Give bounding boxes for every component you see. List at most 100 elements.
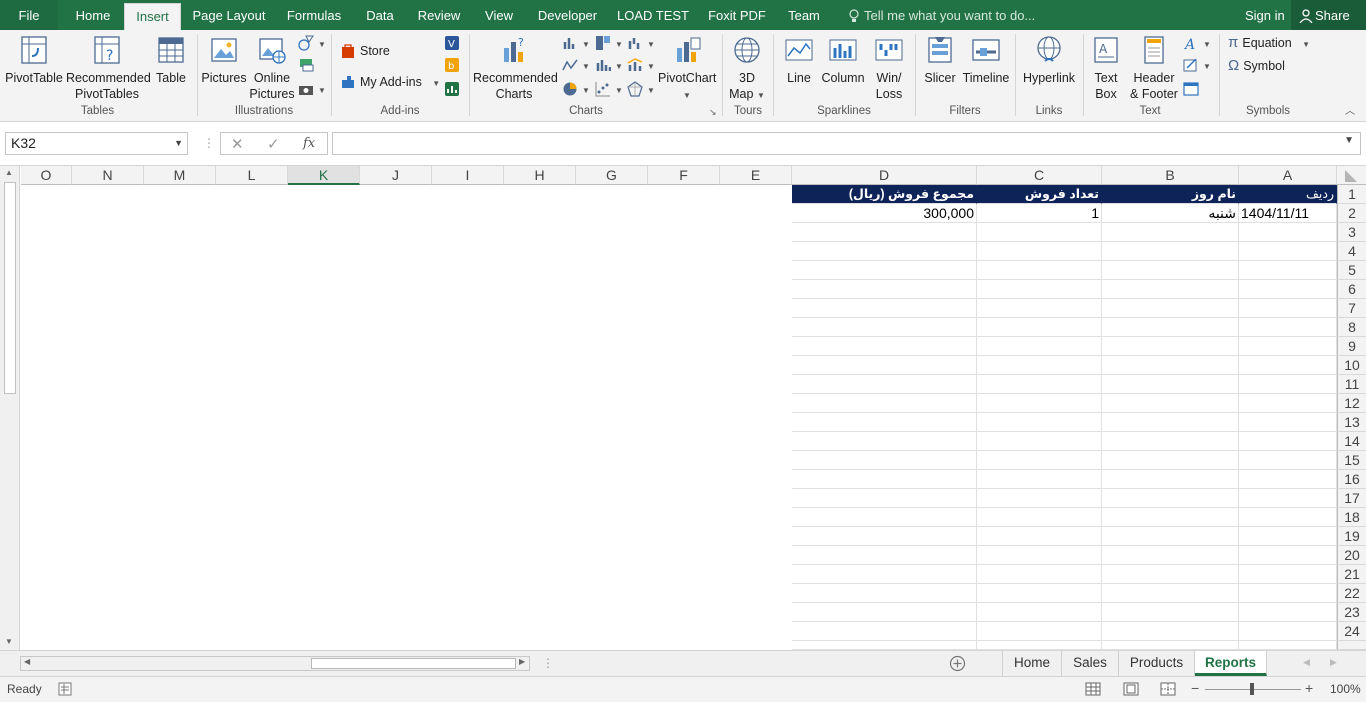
empty-cell[interactable] bbox=[1239, 584, 1337, 603]
table-cell-sales-count[interactable]: 1 bbox=[977, 204, 1102, 223]
row-header[interactable]: 4 bbox=[1337, 242, 1366, 261]
tab-load-test[interactable]: LOAD TEST bbox=[616, 0, 690, 30]
empty-cell[interactable] bbox=[1239, 527, 1337, 546]
empty-cell[interactable] bbox=[1102, 242, 1239, 261]
column-header-d[interactable]: D bbox=[792, 166, 977, 185]
row-header[interactable]: 24 bbox=[1337, 622, 1366, 641]
empty-cell[interactable] bbox=[792, 299, 977, 318]
scroll-down-icon[interactable]: ▼ bbox=[5, 637, 13, 646]
empty-cell[interactable] bbox=[1102, 318, 1239, 337]
empty-cell[interactable] bbox=[1239, 356, 1337, 375]
row-header[interactable]: 11 bbox=[1337, 375, 1366, 394]
collapse-ribbon-icon[interactable]: ︿ bbox=[1345, 103, 1355, 121]
empty-cell[interactable] bbox=[1239, 280, 1337, 299]
empty-cell[interactable] bbox=[792, 394, 977, 413]
empty-cell[interactable] bbox=[1102, 584, 1239, 603]
signature-line-button[interactable]: ▼ bbox=[1183, 56, 1211, 76]
sheet-tab-home[interactable]: Home bbox=[1002, 651, 1062, 676]
empty-cell[interactable] bbox=[1239, 413, 1337, 432]
empty-cell[interactable] bbox=[1102, 546, 1239, 565]
empty-cell[interactable] bbox=[977, 565, 1102, 584]
vertical-scrollbar[interactable]: ▲ ▼ bbox=[0, 166, 20, 650]
empty-cell[interactable] bbox=[1102, 622, 1239, 641]
row-header[interactable]: 21 bbox=[1337, 565, 1366, 584]
empty-cell[interactable] bbox=[977, 375, 1102, 394]
empty-cell[interactable] bbox=[1239, 223, 1337, 242]
empty-cell[interactable] bbox=[792, 584, 977, 603]
empty-cell[interactable] bbox=[1102, 489, 1239, 508]
row-header[interactable]: 1 bbox=[1337, 185, 1366, 204]
online-pictures-button[interactable]: Online Pictures bbox=[249, 34, 295, 102]
symbol-button[interactable]: Ω Symbol bbox=[1228, 57, 1285, 75]
empty-cell[interactable] bbox=[1102, 299, 1239, 318]
row-header[interactable]: 23 bbox=[1337, 603, 1366, 622]
column-header-a[interactable]: A bbox=[1239, 166, 1337, 185]
table-cell-date[interactable]: 1404/11/11 bbox=[1239, 204, 1337, 223]
equation-button[interactable]: π Equation ▼ bbox=[1228, 34, 1310, 54]
page-layout-view-icon[interactable] bbox=[1123, 681, 1139, 697]
empty-cell[interactable] bbox=[1239, 318, 1337, 337]
table-header-row-number[interactable]: ردیف bbox=[1239, 185, 1337, 204]
empty-cell[interactable] bbox=[977, 413, 1102, 432]
empty-cell[interactable] bbox=[977, 337, 1102, 356]
column-header-k[interactable]: K bbox=[288, 166, 360, 185]
row-header[interactable]: 14 bbox=[1337, 432, 1366, 451]
empty-cell[interactable] bbox=[1239, 375, 1337, 394]
empty-cell[interactable] bbox=[792, 470, 977, 489]
tell-me-search[interactable]: Tell me what you want to do... bbox=[848, 0, 1035, 30]
empty-cell[interactable] bbox=[977, 318, 1102, 337]
empty-cell[interactable] bbox=[977, 451, 1102, 470]
row-header[interactable]: 20 bbox=[1337, 546, 1366, 565]
empty-cell[interactable] bbox=[792, 508, 977, 527]
horizontal-scroll-thumb[interactable] bbox=[311, 658, 516, 669]
column-header-g[interactable]: G bbox=[576, 166, 648, 185]
table-cell-total-sales[interactable]: 300,000 bbox=[792, 204, 977, 223]
pie-chart-button[interactable]: ▼ bbox=[562, 80, 590, 100]
empty-cell[interactable] bbox=[977, 603, 1102, 622]
empty-cell[interactable] bbox=[1239, 394, 1337, 413]
row-header[interactable]: 18 bbox=[1337, 508, 1366, 527]
row-header[interactable]: 17 bbox=[1337, 489, 1366, 508]
empty-cell[interactable] bbox=[1102, 527, 1239, 546]
tab-team[interactable]: Team bbox=[784, 0, 824, 30]
empty-cell[interactable] bbox=[977, 641, 1102, 650]
tab-page-layout[interactable]: Page Layout bbox=[190, 0, 268, 30]
column-header-f[interactable]: F bbox=[648, 166, 720, 185]
empty-cell[interactable] bbox=[1102, 432, 1239, 451]
page-break-view-icon[interactable] bbox=[1160, 681, 1176, 697]
empty-cell[interactable] bbox=[792, 242, 977, 261]
row-header[interactable]: 16 bbox=[1337, 470, 1366, 489]
row-header[interactable]: 9 bbox=[1337, 337, 1366, 356]
radar-chart-button[interactable]: ▼ bbox=[627, 80, 655, 100]
row-header[interactable]: 15 bbox=[1337, 451, 1366, 470]
sign-in-link[interactable]: Sign in bbox=[1245, 0, 1285, 30]
column-header-l[interactable]: L bbox=[216, 166, 288, 185]
empty-cell[interactable] bbox=[792, 527, 977, 546]
empty-cell[interactable] bbox=[792, 565, 977, 584]
3d-map-button[interactable]: 3D Map ▼ bbox=[727, 34, 767, 104]
row-header[interactable]: 2 bbox=[1337, 204, 1366, 223]
scroll-left-icon[interactable]: ◀ bbox=[24, 657, 30, 666]
empty-cell[interactable] bbox=[977, 527, 1102, 546]
column-header-b[interactable]: B bbox=[1102, 166, 1239, 185]
table-header-sales-count[interactable]: تعداد فروش bbox=[977, 185, 1102, 204]
waterfall-chart-button[interactable]: ▼ bbox=[627, 34, 655, 54]
tab-split-handle[interactable]: ⋮ bbox=[542, 656, 554, 670]
empty-cell[interactable] bbox=[792, 356, 977, 375]
screenshot-button[interactable]: ▼ bbox=[298, 80, 326, 100]
empty-cell[interactable] bbox=[792, 337, 977, 356]
tab-insert[interactable]: Insert bbox=[124, 3, 181, 30]
tab-formulas[interactable]: Formulas bbox=[284, 0, 344, 30]
shapes-button[interactable]: ▼ bbox=[298, 34, 326, 54]
select-all-corner[interactable] bbox=[1337, 166, 1366, 185]
empty-cell[interactable] bbox=[977, 546, 1102, 565]
empty-cell[interactable] bbox=[792, 546, 977, 565]
recommended-charts-button[interactable]: ? Recommended Charts bbox=[473, 34, 558, 102]
formula-input[interactable]: ▼ bbox=[332, 132, 1361, 155]
empty-cell[interactable] bbox=[1102, 603, 1239, 622]
empty-cell[interactable] bbox=[1102, 641, 1239, 650]
name-box[interactable]: K32 ▼ bbox=[5, 132, 188, 155]
row-header[interactable]: 22 bbox=[1337, 584, 1366, 603]
row-header[interactable]: 6 bbox=[1337, 280, 1366, 299]
column-header-o[interactable]: O bbox=[21, 166, 72, 185]
